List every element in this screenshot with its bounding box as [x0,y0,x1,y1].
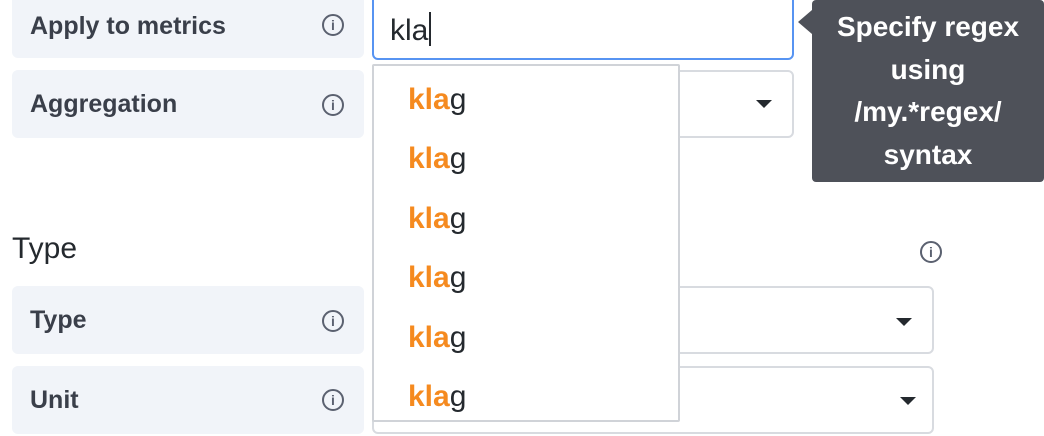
apply-to-metrics-label: Apply to metrics [12,0,364,58]
unit-label-text: Unit [30,385,79,414]
suggestion-match: kla [408,82,450,116]
suggestion-option[interactable]: kla g [374,130,678,190]
info-icon[interactable]: i [920,241,942,263]
suggestion-rest: g [449,82,467,116]
info-icon[interactable]: i [322,310,344,332]
type-label-text: Type [30,305,87,334]
suggestion-option[interactable]: kla g [374,368,678,428]
info-icon[interactable]: i [322,389,344,411]
tooltip-line: using [890,53,966,85]
info-icon[interactable]: i [322,14,344,36]
suggestion-match: kla [408,380,450,414]
suggestion-match: kla [408,142,450,176]
suggestion-option[interactable]: kla g [374,70,678,130]
suggestion-option[interactable]: kla g [374,249,678,309]
suggestion-rest: g [449,201,467,235]
suggestion-rest: g [449,261,467,295]
text-cursor [429,12,432,46]
chevron-down-icon [900,397,916,405]
info-icon[interactable]: i [322,94,344,116]
apply-to-metrics-input-value: kla [390,14,429,47]
suggestion-option[interactable]: kla g [374,189,678,249]
suggestion-option[interactable]: kla g [374,308,678,368]
tooltip-arrow [798,10,812,34]
suggestion-rest: g [449,380,467,414]
suggestion-rest: g [449,142,467,176]
section-heading-type: Type [12,232,78,265]
aggregation-label: Aggregation [12,70,364,138]
regex-tooltip: Specify regex using /my.*regex/ syntax [812,0,1044,182]
suggestion-match: kla [408,261,450,295]
tooltip-line: syntax [883,138,973,170]
tooltip-line: Specify regex [836,11,1020,42]
apply-to-metrics-label-text: Apply to metrics [30,11,226,40]
chevron-down-icon [756,100,772,108]
type-label: Type [12,286,364,354]
suggestion-match: kla [408,320,450,354]
metrics-suggestions-dropdown: kla g kla g kla g kla g kla g kla g [372,64,680,422]
suggestion-match: kla [408,201,450,235]
tooltip-line: /my.*regex/ [854,96,1002,127]
apply-to-metrics-input[interactable]: kla [372,0,794,60]
suggestion-rest: g [449,320,467,354]
aggregation-label-text: Aggregation [30,89,178,118]
unit-label: Unit [12,366,364,434]
chevron-down-icon [896,318,912,326]
